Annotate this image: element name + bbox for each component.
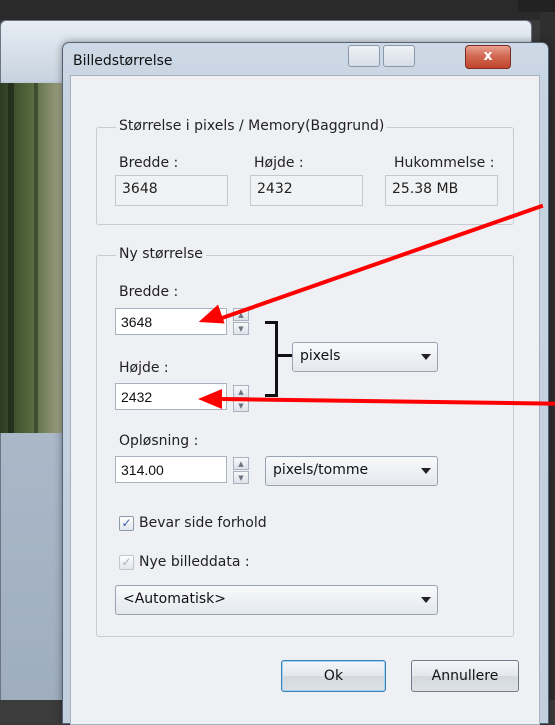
resolution-unit-value: pixels/tomme	[273, 462, 369, 478]
new-data-label: Nye billeddata :	[139, 554, 250, 570]
spinner-up-icon[interactable]: ▲	[233, 457, 249, 470]
cancel-button[interactable]: Annullere	[411, 660, 519, 692]
dialog-title: Billedstørrelse	[73, 53, 173, 69]
keep-ratio-label[interactable]: Bevar side forhold	[139, 515, 267, 531]
chevron-down-icon	[421, 597, 431, 603]
current-height-field: 2432	[250, 175, 363, 206]
resolution-input[interactable]	[115, 456, 227, 483]
resolution-spinner[interactable]: ▲ ▼	[233, 457, 250, 485]
spinner-down-icon[interactable]: ▼	[233, 471, 249, 484]
link-bracket-icon	[265, 321, 278, 397]
annotation-arrowhead-icon	[198, 389, 222, 409]
new-data-value: <Automatisk>	[123, 591, 226, 607]
current-width-label: Bredde :	[119, 155, 179, 171]
new-data-dropdown[interactable]: <Automatisk>	[115, 585, 438, 615]
background-minimize-button	[348, 45, 380, 67]
close-icon: x	[483, 48, 493, 64]
resolution-label: Opløsning :	[119, 433, 199, 449]
background-maximize-button	[383, 45, 415, 67]
close-button[interactable]: x	[465, 45, 511, 69]
spinner-down-icon[interactable]: ▼	[233, 322, 249, 335]
checkmark-icon: ✓	[121, 555, 132, 569]
chevron-down-icon	[421, 468, 431, 474]
keep-ratio-checkbox[interactable]: ✓	[119, 516, 134, 531]
background-right-corner	[518, 0, 555, 12]
checkmark-icon: ✓	[121, 516, 132, 530]
resolution-unit-dropdown[interactable]: pixels/tomme	[265, 456, 438, 486]
size-unit-dropdown[interactable]: pixels	[292, 342, 438, 372]
chevron-down-icon	[421, 354, 431, 360]
spinner-up-icon[interactable]: ▲	[233, 385, 249, 398]
current-width-field: 3648	[115, 175, 228, 206]
current-height-label: Højde :	[254, 155, 304, 171]
background-top-strip	[0, 0, 555, 20]
memory-field: 25.38 MB	[385, 175, 498, 206]
new-width-label: Bredde :	[119, 284, 179, 300]
new-data-checkbox: ✓	[119, 555, 134, 570]
new-size-legend: Ny størrelse	[116, 246, 206, 262]
new-height-label: Højde :	[119, 360, 169, 376]
current-size-legend: Størrelse i pixels / Memory(Baggrund)	[116, 118, 388, 134]
size-unit-value: pixels	[300, 348, 341, 364]
background-forest-photo	[0, 83, 70, 433]
ok-button[interactable]: Ok	[281, 660, 386, 692]
memory-label: Hukommelse :	[394, 155, 495, 171]
